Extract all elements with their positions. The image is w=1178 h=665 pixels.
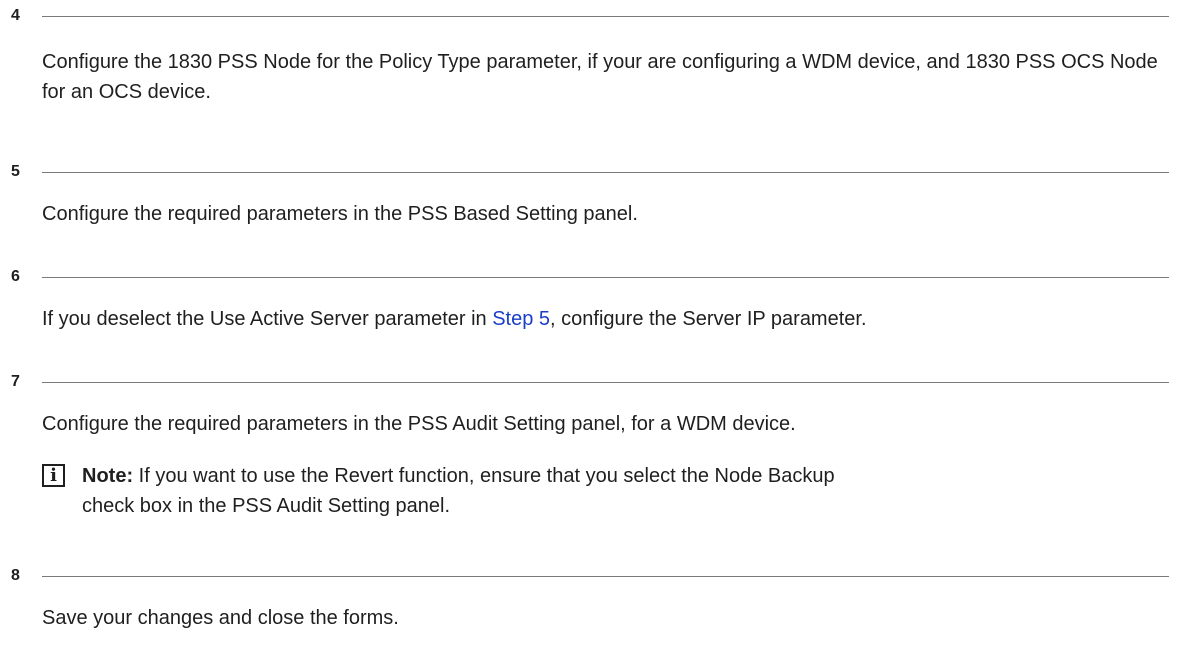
step-number: 7 bbox=[11, 373, 20, 390]
info-icon-glyph: i bbox=[50, 465, 57, 486]
step-text: Configure the required parameters in the… bbox=[42, 203, 638, 225]
step-text: Configure the 1830 PSS Node for the Poli… bbox=[42, 51, 1158, 103]
note-body: Note: If you want to use the Revert func… bbox=[82, 461, 842, 521]
step-text: Configure the required parameters in the… bbox=[42, 413, 796, 435]
step-divider bbox=[42, 382, 1169, 383]
step-number: 8 bbox=[11, 567, 20, 584]
step-divider bbox=[42, 16, 1169, 17]
note-label: Note: bbox=[82, 465, 134, 487]
step-number: 5 bbox=[11, 163, 20, 180]
step-divider bbox=[42, 172, 1169, 173]
step-5-link[interactable]: Step 5 bbox=[492, 308, 550, 330]
step-header: 6 bbox=[0, 267, 1178, 287]
step-text-before: If you deselect the Use Active Server pa… bbox=[42, 308, 493, 330]
step-divider bbox=[42, 576, 1169, 577]
step-text: Save your changes and close the forms. bbox=[42, 607, 399, 629]
step-header: 4 bbox=[0, 6, 1178, 26]
step-text: If you deselect the Use Active Server pa… bbox=[42, 304, 1167, 334]
step-number: 4 bbox=[11, 7, 20, 24]
step-text-after: , configure the Server IP parameter. bbox=[550, 308, 867, 330]
note-text: If you want to use the Revert function, … bbox=[82, 465, 835, 517]
info-icon: i bbox=[42, 464, 65, 487]
step-header: 8 bbox=[0, 566, 1178, 586]
step-header: 7 bbox=[0, 372, 1178, 392]
step-divider bbox=[42, 277, 1169, 278]
step-header: 5 bbox=[0, 162, 1178, 182]
step-number: 6 bbox=[11, 268, 20, 285]
